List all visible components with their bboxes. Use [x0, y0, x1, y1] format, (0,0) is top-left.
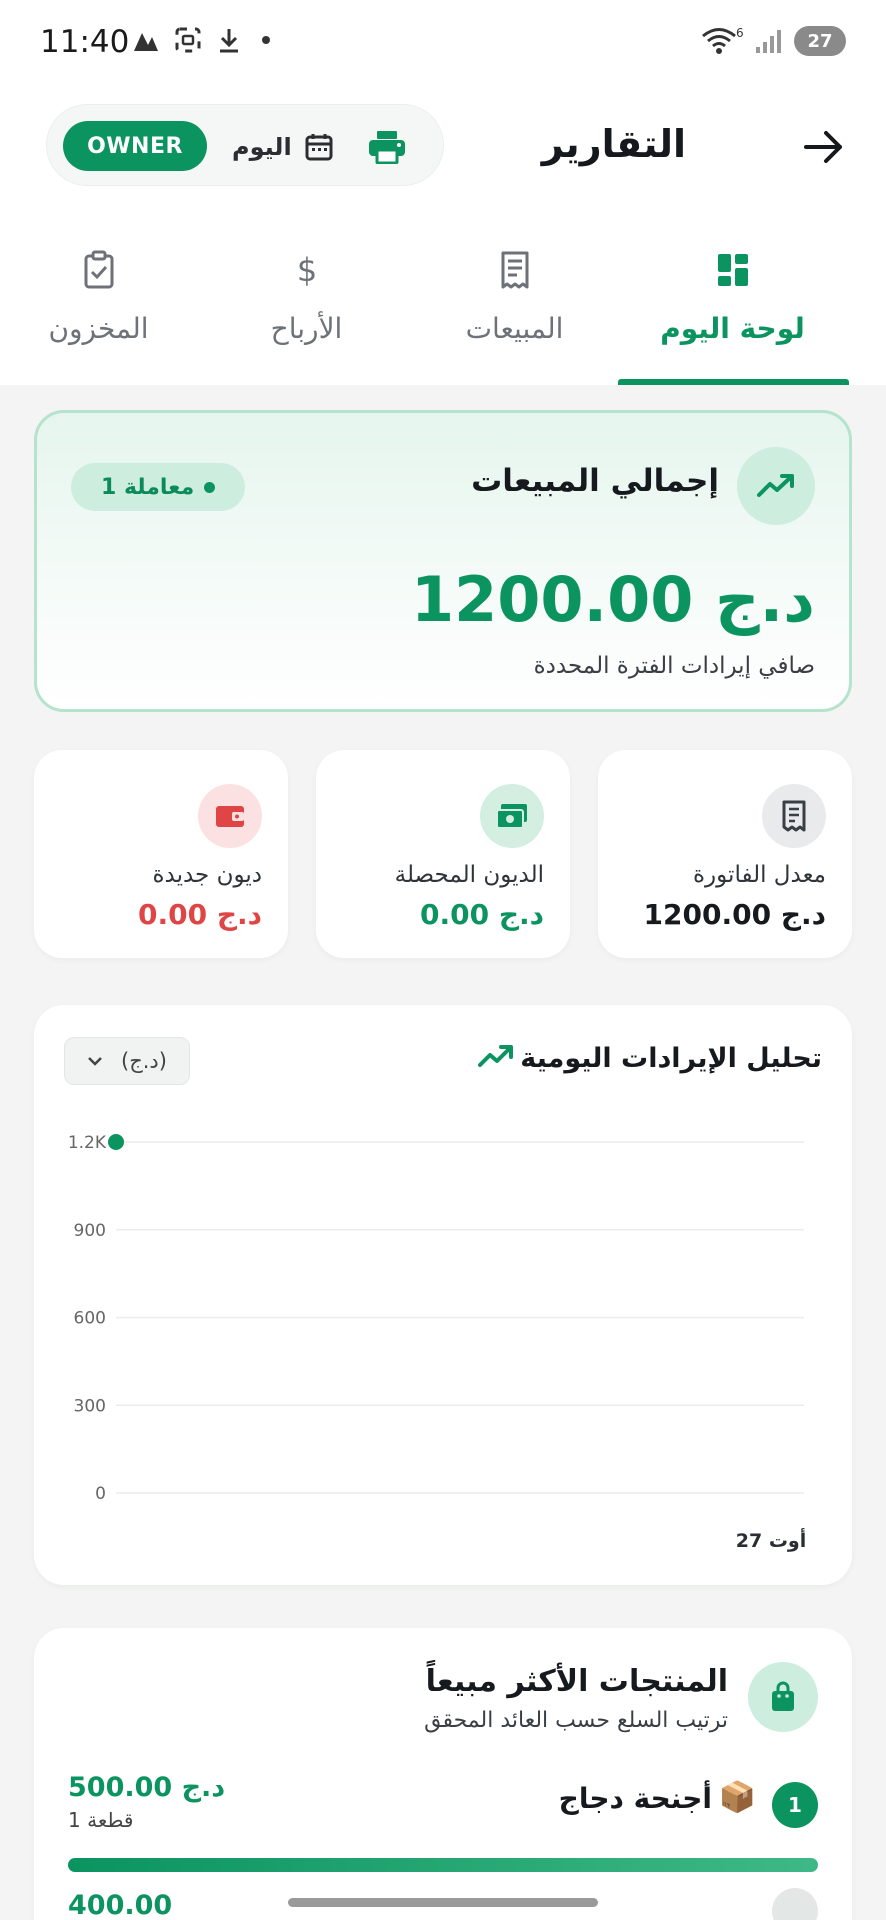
- download-icon: [220, 29, 238, 53]
- transactions-count: 1 معاملة: [101, 474, 195, 500]
- status-bar: 11:40 6 27: [0, 0, 886, 90]
- product-name: أجنحة دجاج: [558, 1782, 712, 1815]
- next-product-revenue: 400.00: [68, 1890, 173, 1920]
- product-quantity: 1 قطعة: [68, 1808, 134, 1832]
- clipboard-check-icon: [84, 250, 113, 289]
- package-icon: 📦: [718, 1780, 756, 1815]
- active-tab-indicator: [618, 379, 849, 385]
- wifi-icon: 6: [702, 26, 744, 54]
- revenue-line-chart: 0 300 600 900 1.2K 27 أوت: [68, 1133, 806, 1552]
- rank-badge: 1: [772, 1782, 818, 1828]
- tab-profits[interactable]: $ الأرباح: [196, 250, 417, 385]
- product-row[interactable]: 1 📦 أجنحة دجاج 500.00 د.ج 1 قطعة: [68, 1768, 818, 1888]
- status-notifications: [132, 26, 270, 54]
- daily-revenue-card: تحليل الإيرادات اليومية (د.ج) 0 300 600 900…: [34, 1005, 852, 1585]
- svg-text:$: $: [296, 251, 316, 289]
- next-rank-badge: [772, 1888, 818, 1920]
- tab-sales[interactable]: المبيعات: [404, 250, 625, 385]
- tab-dashboard-label: لوحة اليوم: [660, 312, 805, 345]
- total-sales-card: إجمالي المبيعات 1 معاملة 1200.00 د.ج صاف…: [34, 410, 852, 712]
- transactions-dot: [204, 481, 216, 493]
- stat-label: معدل الفاتورة: [693, 862, 826, 888]
- stat-card-average-invoice: معدل الفاتورة 1200.00 د.ج: [598, 750, 852, 958]
- tab-dashboard[interactable]: لوحة اليوم: [622, 250, 843, 385]
- stat-value: 0.00 د.ج: [137, 898, 262, 931]
- app-notification-icon: [134, 33, 158, 51]
- invoice-icon: [762, 784, 826, 848]
- x-tick-label: 27 أوت: [736, 1528, 806, 1552]
- tab-inventory[interactable]: المخزون: [0, 250, 209, 385]
- tab-inventory-label: المخزون: [48, 312, 149, 345]
- tab-sales-label: المبيعات: [465, 312, 564, 345]
- transactions-badge: 1 معاملة: [71, 463, 246, 511]
- y-tick-label: 600: [74, 1309, 106, 1329]
- back-arrow-icon[interactable]: [798, 122, 848, 172]
- cell-signal-icon: [756, 30, 781, 53]
- app-header: التقارير OWNER اليوم: [0, 100, 886, 190]
- header-actions: OWNER اليوم: [46, 104, 444, 186]
- home-indicator: [288, 1898, 598, 1907]
- y-tick-label: 300: [74, 1396, 106, 1416]
- top-products-card: المنتجات الأكثر مبيعاً ترتيب السلع حسب ا…: [34, 1628, 852, 1920]
- product-share-bar: [68, 1858, 818, 1872]
- stat-card-new-debts: ديون جديدة 0.00 د.ج: [34, 750, 288, 958]
- battery-indicator: 27: [794, 26, 846, 56]
- y-tick-label: 1.2K: [68, 1133, 107, 1153]
- stat-card-collected-debts: الديون المحصلة 0.00 د.ج: [316, 750, 570, 958]
- total-sales-title: إجمالي المبيعات: [471, 463, 719, 499]
- stat-value: 0.00 د.ج: [419, 898, 544, 931]
- date-filter-button[interactable]: اليوم: [232, 127, 334, 167]
- status-time: 11:40: [40, 24, 130, 60]
- trending-up-icon: [737, 447, 815, 525]
- status-system: 6 27: [700, 26, 846, 56]
- print-button[interactable]: [363, 123, 411, 171]
- stat-label: ديون جديدة: [152, 862, 262, 888]
- total-sales-amount: 1200.00 د.ج: [410, 563, 815, 636]
- top-products-subtitle: ترتيب السلع حسب العائد المحقق: [424, 1708, 728, 1733]
- tab-profits-label: الأرباح: [270, 312, 343, 345]
- cash-icon: [480, 784, 544, 848]
- y-tick-label: 900: [74, 1221, 106, 1241]
- screenshot-icon: [175, 27, 201, 53]
- wifi-badge: 6: [736, 26, 744, 40]
- page-title: التقارير: [541, 122, 686, 166]
- more-notifications-dot: [262, 36, 270, 44]
- stat-value: 1200.00 د.ج: [643, 898, 826, 931]
- product-revenue: 500.00 د.ج: [68, 1772, 226, 1803]
- dashboard-icon: [717, 254, 748, 286]
- report-tabs: لوحة اليوم المبيعات $ الأرباح المخزون: [0, 250, 886, 385]
- shopping-bag-icon: [748, 1662, 818, 1732]
- data-point[interactable]: [108, 1134, 124, 1150]
- date-filter-label: اليوم: [232, 133, 292, 161]
- wallet-icon: [198, 784, 262, 848]
- total-sales-subtitle: صافي إيرادات الفترة المحددة: [533, 653, 815, 679]
- top-products-title: المنتجات الأكثر مبيعاً: [425, 1664, 728, 1699]
- owner-badge: OWNER: [63, 121, 207, 171]
- y-tick-label: 0: [95, 1484, 106, 1504]
- stat-label: الديون المحصلة: [394, 862, 544, 888]
- printer-icon: [369, 131, 405, 164]
- calendar-icon: [305, 134, 333, 161]
- dollar-icon: $: [296, 251, 316, 289]
- receipt-icon: [501, 251, 528, 289]
